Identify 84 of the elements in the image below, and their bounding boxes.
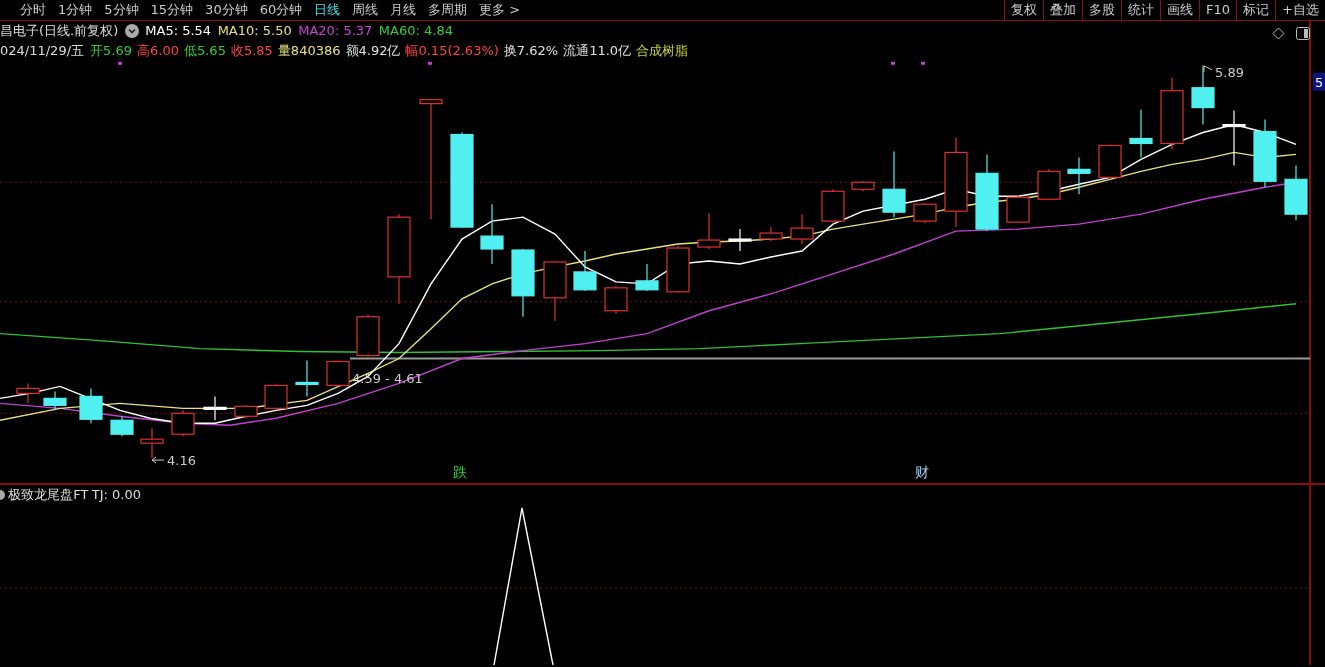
sector-label: 合成树脂 (636, 42, 689, 60)
period-tab[interactable]: 周线 (346, 0, 385, 20)
quote-field: 换7.62% (503, 41, 559, 61)
period-tab[interactable]: 60分钟 (253, 0, 309, 20)
period-tab[interactable]: 多周期 (422, 0, 474, 20)
signal-marker: 财 (915, 464, 930, 480)
quote-field: 幅0.15(2.63%) (405, 41, 499, 61)
candlestick (790, 213, 814, 245)
quote-field: 低5.65 (183, 41, 226, 61)
candlestick (43, 390, 67, 411)
price-annotation: 4.16 (167, 453, 196, 469)
candlestick (913, 202, 937, 224)
period-tab[interactable]: 日线 (308, 0, 347, 20)
candlestick (666, 245, 690, 294)
candlestick (1129, 109, 1153, 158)
indicator-value: TJ: 0.00 (91, 486, 141, 504)
quote-field: 量840386 (277, 41, 341, 61)
candlestick (171, 409, 195, 437)
signal-marker: 跌 (453, 464, 468, 480)
candlestick (511, 248, 535, 318)
toolbar-button[interactable]: 叠加 (1043, 0, 1083, 20)
quote-date: 024/11/29/五 (0, 42, 85, 60)
quote-field: 额4.92亿 (345, 41, 401, 61)
dropdown-icon[interactable] (124, 24, 139, 38)
leader-line (151, 456, 165, 464)
stock-title: 昌电子(日线.前复权) (0, 22, 119, 40)
toolbar-button[interactable]: 多股 (1082, 0, 1122, 20)
candlestick (1191, 65, 1215, 126)
toolbar-button[interactable]: 标记 (1236, 0, 1276, 20)
candlestick (140, 427, 164, 459)
ma-value: MA20: 5.37 (298, 22, 373, 40)
diamond-icon[interactable] (1272, 27, 1285, 40)
period-tab[interactable]: 5分钟 (98, 0, 145, 20)
ma-value: MA5: 5.54 (145, 22, 212, 40)
candlestick (295, 359, 319, 397)
candlestick (16, 382, 40, 404)
period-tab[interactable]: 1分钟 (52, 0, 99, 20)
candlestick (728, 228, 752, 252)
candlestick (851, 180, 875, 192)
candlestick (79, 387, 103, 424)
period-tab[interactable]: 更多 > (473, 0, 527, 20)
candlestick (1222, 110, 1246, 166)
indicator-title: 极致龙尾盘FT (8, 486, 89, 504)
candlestick (697, 212, 721, 250)
candlestick (1037, 168, 1061, 201)
candlestick (604, 285, 628, 315)
toolbar-button[interactable]: F10 (1199, 0, 1237, 20)
quote-field: 收5.85 (230, 41, 273, 61)
candlestick (882, 150, 906, 218)
toolbar-button[interactable]: 画线 (1160, 0, 1200, 20)
candlestick (543, 260, 567, 322)
candlestick (110, 415, 134, 437)
quote-field: 高6.00 (137, 41, 179, 61)
candlestick (326, 359, 350, 388)
period-tab[interactable]: 分时 (0, 0, 52, 20)
quote-field: 流通11.0亿 (563, 41, 632, 61)
candlestick (1284, 164, 1308, 221)
toolbar-button[interactable]: 统计 (1121, 0, 1161, 20)
candlestick (203, 395, 227, 421)
price-annotation: 5.89 (1215, 64, 1244, 80)
period-tab[interactable]: 15分钟 (144, 0, 200, 20)
candlestick (480, 203, 504, 265)
candlestick (759, 226, 783, 242)
leader-line (1203, 65, 1213, 73)
candlestick (821, 188, 845, 223)
candlestick (234, 404, 258, 419)
toolbar-button[interactable]: +自选 (1275, 0, 1325, 20)
candlestick (635, 263, 659, 292)
period-tab[interactable]: 30分钟 (199, 0, 254, 20)
candlestick (264, 383, 288, 410)
candlestick (1253, 118, 1277, 188)
panel-toggle-icon[interactable] (1296, 27, 1310, 40)
ma-value: MA60: 4.84 (378, 22, 453, 40)
ma-value: MA10: 5.50 (217, 22, 292, 40)
candlestick (1098, 143, 1122, 179)
candlestick (1006, 194, 1030, 224)
axis-price-label: 5 (1313, 72, 1325, 91)
period-tab[interactable]: 月线 (384, 0, 423, 20)
candlestick (1067, 156, 1091, 195)
candlestick (356, 314, 380, 358)
quote-field: 开5.69 (90, 41, 132, 61)
candlestick (573, 250, 597, 292)
toolbar-button[interactable]: 复权 (1004, 0, 1044, 20)
indicator-toggle-icon[interactable] (0, 490, 5, 500)
